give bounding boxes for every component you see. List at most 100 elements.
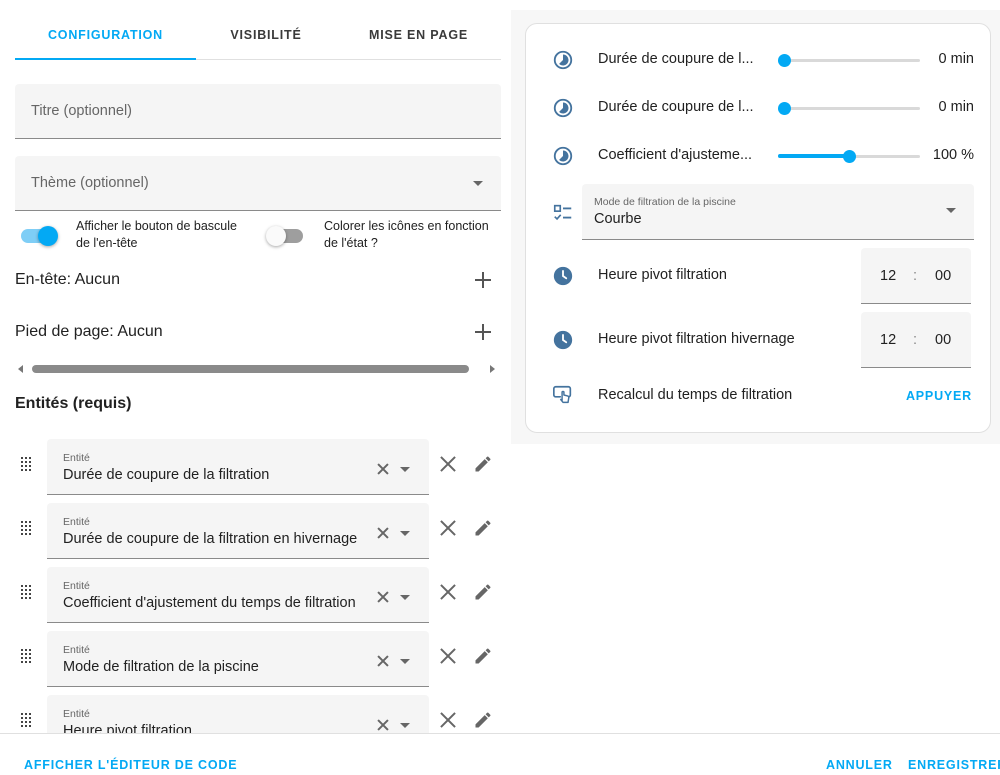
entity-row: Entité Coefficient d'ajustement du temps …: [15, 567, 501, 623]
remove-entity-close-icon[interactable]: [439, 455, 457, 473]
chevron-down-icon[interactable]: [400, 531, 410, 536]
slider-thumb[interactable]: [842, 150, 856, 163]
clear-icon[interactable]: [377, 591, 389, 603]
state-color-switch[interactable]: [266, 225, 304, 247]
chevron-down-icon: [946, 208, 956, 213]
slider-thumb[interactable]: [778, 54, 791, 67]
entity-picker[interactable]: Entité Mode de filtration de la piscine: [47, 631, 429, 687]
entity-value: Mode de filtration de la piscine: [63, 659, 259, 675]
switch-knob: [266, 226, 286, 246]
edit-pencil-icon[interactable]: [473, 582, 493, 602]
entities-card-preview: Durée de coupure de l... 0 min Durée de …: [525, 23, 991, 433]
clock-icon: [553, 330, 573, 350]
remove-entity-close-icon[interactable]: [439, 647, 457, 665]
slider-row: Durée de coupure de l... 0 min: [526, 96, 992, 120]
title-placeholder: Titre (optionnel): [31, 103, 133, 119]
dialog-footer: AFFICHER L'ÉDITEUR DE CODE ANNULER ENREG…: [0, 733, 1000, 775]
chevron-down-icon[interactable]: [400, 595, 410, 600]
title-input[interactable]: Titre (optionnel): [15, 84, 501, 139]
entity-row: Entité Heure pivot filtration: [15, 695, 501, 733]
edit-pencil-icon[interactable]: [473, 518, 493, 538]
drag-handle-icon[interactable]: [21, 585, 33, 599]
slider-label: Coefficient d'ajusteme...: [598, 147, 753, 163]
state-color-label-line2: de l'état ?: [324, 236, 378, 250]
add-header-plus-icon[interactable]: [475, 272, 491, 288]
timelapse-icon: [553, 50, 573, 70]
drag-handle-icon[interactable]: [21, 521, 33, 535]
entity-value: Heure pivot filtration: [63, 723, 192, 733]
slider-thumb[interactable]: [778, 102, 791, 115]
remove-entity-close-icon[interactable]: [439, 583, 457, 601]
drag-handle-icon[interactable]: [21, 713, 33, 727]
scrollbar-thumb[interactable]: [32, 365, 469, 373]
entity-picker[interactable]: Entité Heure pivot filtration: [47, 695, 429, 733]
state-color-toggle-row: Colorer les icônes en fonction de l'état…: [266, 218, 489, 252]
save-button[interactable]: ENREGISTRER: [908, 758, 1000, 772]
slider[interactable]: [778, 101, 920, 115]
tab-layout[interactable]: MISE EN PAGE: [336, 10, 501, 59]
card-editor-dialog: CONFIGURATION VISIBILITÉ MISE EN PAGE Ti…: [0, 0, 1000, 775]
slider-rail: [778, 59, 920, 62]
entity-picker[interactable]: Entité Coefficient d'ajustement du temps …: [47, 567, 429, 623]
time-separator: :: [913, 332, 918, 348]
time-input[interactable]: 12 : 00: [861, 312, 971, 368]
slider[interactable]: [778, 149, 920, 163]
edit-pencil-icon[interactable]: [473, 710, 493, 730]
entity-picker[interactable]: Entité Durée de coupure de la filtration: [47, 439, 429, 495]
filtration-mode-select[interactable]: Mode de filtration de la piscine Courbe: [582, 184, 974, 240]
editor-tabs: CONFIGURATION VISIBILITÉ MISE EN PAGE: [15, 10, 501, 60]
slider-row: Coefficient d'ajusteme... 100 %: [526, 144, 992, 168]
clear-icon[interactable]: [377, 719, 389, 731]
clock-icon: [553, 266, 573, 286]
show-code-editor-button[interactable]: AFFICHER L'ÉDITEUR DE CODE: [24, 758, 237, 772]
scroll-right-arrow-icon[interactable]: [490, 365, 495, 373]
clear-icon[interactable]: [377, 655, 389, 667]
header-toggle-label: Afficher le bouton de bascule de l'en-tê…: [76, 218, 237, 252]
horizontal-scrollbar[interactable]: [18, 363, 498, 375]
header-row: En-tête: Aucun: [15, 265, 501, 295]
remove-entity-close-icon[interactable]: [439, 711, 457, 729]
drag-handle-icon[interactable]: [21, 649, 33, 663]
clear-icon[interactable]: [377, 463, 389, 475]
entity-row: Entité Durée de coupure de la filtration …: [15, 503, 501, 559]
drag-handle-icon[interactable]: [21, 457, 33, 471]
chevron-down-icon[interactable]: [400, 659, 410, 664]
time-minutes[interactable]: 00: [935, 332, 951, 348]
header-toggle-row: Afficher le bouton de bascule de l'en-tê…: [20, 218, 237, 252]
slider-row: Durée de coupure de l... 0 min: [526, 48, 992, 72]
slider-rail: [778, 107, 920, 110]
chevron-down-icon[interactable]: [400, 723, 410, 728]
theme-placeholder: Thème (optionnel): [31, 175, 149, 191]
theme-select[interactable]: Thème (optionnel): [15, 156, 501, 211]
entity-picker[interactable]: Entité Durée de coupure de la filtration …: [47, 503, 429, 559]
entity-float-label: Entité: [63, 708, 90, 720]
time-hours[interactable]: 12: [880, 332, 896, 348]
edit-pencil-icon[interactable]: [473, 646, 493, 666]
tab-configuration[interactable]: CONFIGURATION: [15, 10, 196, 60]
add-footer-plus-icon[interactable]: [475, 324, 491, 340]
time-hours[interactable]: 12: [880, 268, 896, 284]
entity-value: Durée de coupure de la filtration en hiv…: [63, 531, 358, 547]
header-toggle-switch[interactable]: [20, 225, 58, 247]
timelapse-icon: [553, 98, 573, 118]
format-list-checks-icon: [553, 204, 572, 221]
entities-title: Entités (requis): [15, 395, 132, 412]
tab-visibility[interactable]: VISIBILITÉ: [196, 10, 336, 59]
time-minutes[interactable]: 00: [935, 268, 951, 284]
chevron-down-icon[interactable]: [400, 467, 410, 472]
clear-icon[interactable]: [377, 527, 389, 539]
press-button[interactable]: APPUYER: [906, 389, 972, 403]
time-input[interactable]: 12 : 00: [861, 248, 971, 304]
entity-value: Coefficient d'ajustement du temps de fil…: [63, 595, 356, 611]
remove-entity-close-icon[interactable]: [439, 519, 457, 537]
slider[interactable]: [778, 53, 920, 67]
entity-float-label: Entité: [63, 516, 90, 528]
entity-value: Durée de coupure de la filtration: [63, 467, 270, 483]
entity-float-label: Entité: [63, 580, 90, 592]
cancel-button[interactable]: ANNULER: [826, 758, 893, 772]
select-float-label: Mode de filtration de la piscine: [594, 196, 736, 208]
state-color-label-line1: Colorer les icônes en fonction: [324, 219, 489, 233]
chevron-down-icon: [473, 181, 483, 186]
edit-pencil-icon[interactable]: [473, 454, 493, 474]
scroll-left-arrow-icon[interactable]: [18, 365, 23, 373]
